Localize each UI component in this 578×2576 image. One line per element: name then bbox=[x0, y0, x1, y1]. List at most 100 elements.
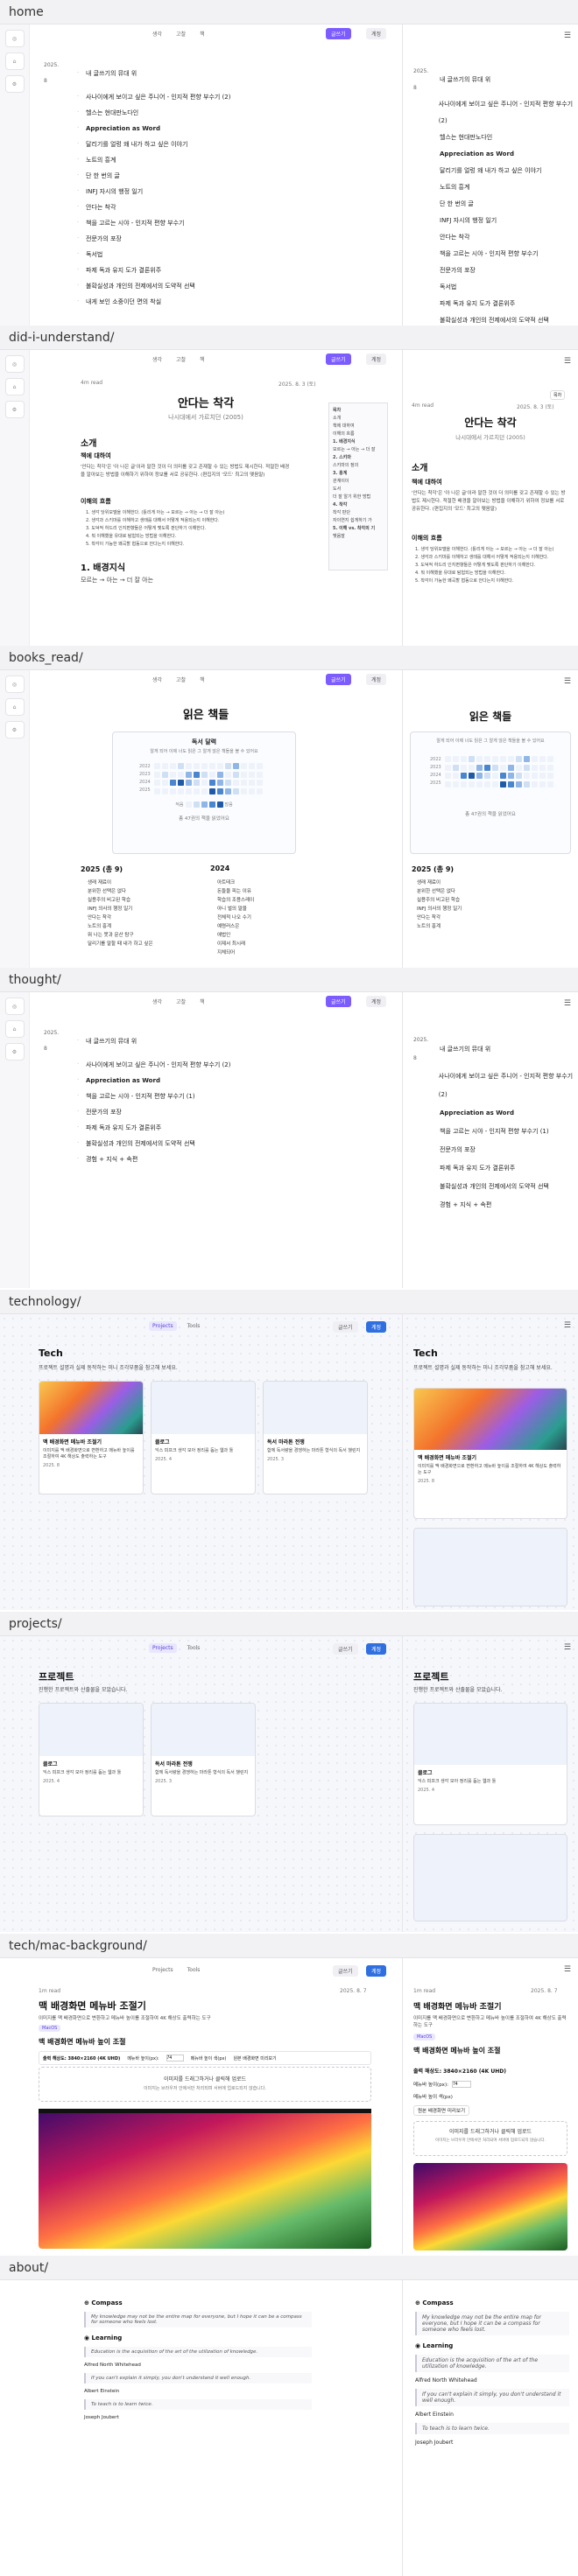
post-link[interactable]: 파제 독과 유지 도가 결론위주 bbox=[440, 296, 515, 312]
book-item[interactable]: 노트의 흥계 bbox=[88, 922, 153, 931]
post-link[interactable]: 사나이에게 보이고 싶은 주니어 - 인지적 편향 부수기 (2) bbox=[86, 1057, 230, 1073]
account-button[interactable]: 계정 bbox=[366, 996, 387, 1007]
post-link[interactable]: 달리기를 얼렁 왜 내가 하고 싶은 이야기 bbox=[440, 163, 541, 179]
book-item[interactable]: 노트의 흥계 bbox=[417, 922, 462, 931]
post-link[interactable]: 책을 고르는 시야 - 인지적 편향 부수기 (1) bbox=[86, 1088, 195, 1104]
post-link[interactable]: 불확실성과 개인의 전제에서의 도약적 선택 bbox=[440, 1178, 549, 1196]
nav-thought[interactable]: 생각 bbox=[149, 28, 166, 39]
toc-item[interactable]: 스키마의 정의 bbox=[333, 462, 384, 470]
book-item[interactable]: 전체적 나오 수기 bbox=[217, 914, 254, 922]
toc-item[interactable]: 5. 이해 vs. 착각의 기 bbox=[333, 525, 384, 533]
book-item[interactable]: 이제서 최시래 bbox=[217, 940, 254, 948]
book-item[interactable]: 아트테크 bbox=[217, 878, 254, 887]
post-link[interactable]: Appreciation as Word bbox=[440, 1104, 514, 1123]
write-button[interactable]: 글쓰기 bbox=[326, 354, 351, 365]
nav-review[interactable]: 고찰 bbox=[173, 996, 189, 1007]
book-item[interactable]: 분위한 선택은 없다 bbox=[417, 887, 462, 896]
menu-icon[interactable]: ☰ bbox=[564, 1321, 571, 1330]
menu-icon[interactable]: ☰ bbox=[564, 1643, 571, 1652]
post-link[interactable]: Appreciation as Word bbox=[86, 1073, 160, 1088]
book-item[interactable]: 생래 재료이 bbox=[417, 878, 462, 887]
account-button[interactable]: 계정 bbox=[366, 1321, 387, 1333]
project-card[interactable]: 클로그 익스 피프크 생각 모아 정리를 돕는 웹과 툴 2025. 4 bbox=[413, 1703, 567, 1825]
post-link[interactable]: 전문가의 포장 bbox=[440, 1141, 476, 1159]
post-link[interactable]: 전문가의 포장 bbox=[86, 231, 122, 247]
nav-projects[interactable]: Projects bbox=[149, 1643, 177, 1653]
nav-review[interactable]: 고찰 bbox=[173, 28, 189, 39]
post-link[interactable]: 노트의 흥계 bbox=[440, 179, 469, 196]
book-item[interactable]: INFJ 의사의 행정 일기 bbox=[88, 905, 153, 914]
post-link[interactable]: 파제 독과 유지 도가 결론위주 bbox=[86, 1120, 161, 1136]
tag-chip[interactable]: MacOS bbox=[413, 2034, 436, 2040]
account-button[interactable]: 계정 bbox=[366, 28, 387, 39]
post-link[interactable]: 책을 고르는 시야 - 인지적 편향 부수기 bbox=[86, 215, 184, 231]
nav-review[interactable]: 고찰 bbox=[173, 674, 189, 685]
menubar-height-input[interactable] bbox=[451, 2081, 471, 2088]
toc-item[interactable]: 자이연지 쉽게하기 가 bbox=[333, 517, 384, 525]
post-link[interactable]: 사나이에게 보이고 싶은 주니어 - 인지적 편향 부수기 (2) bbox=[439, 1068, 575, 1104]
nav-icon-home[interactable]: ⌂ bbox=[4, 698, 25, 716]
post-link[interactable]: 경험 + 지식 + 속편 bbox=[86, 1152, 137, 1167]
toc-item[interactable]: 2. 스키마 bbox=[333, 454, 384, 462]
post-link[interactable]: 단 한 번의 글 bbox=[86, 168, 120, 184]
menu-icon[interactable]: ☰ bbox=[564, 1965, 571, 1974]
post-link[interactable]: 책을 고르는 시야 - 인지적 편향 부수기 (1) bbox=[440, 1123, 549, 1141]
post-link[interactable]: 달리기를 얼렁 왜 내가 하고 싶은 이야기 bbox=[86, 136, 187, 152]
post-link[interactable]: INFJ 자시의 행정 일기 bbox=[440, 213, 497, 229]
logo-icon[interactable]: ◎ bbox=[4, 998, 25, 1015]
book-item[interactable]: 실용주의 비고된 학습 bbox=[88, 896, 153, 905]
project-card[interactable]: 클로그 익스 피프크 생각 모아 정리를 돕는 웹과 툴 2025. 4 bbox=[151, 1381, 256, 1494]
post-link[interactable]: Appreciation as Word bbox=[440, 146, 514, 163]
project-card[interactable] bbox=[413, 1834, 567, 1922]
nav-review[interactable]: 고찰 bbox=[173, 354, 189, 365]
nav-tools[interactable]: Tools bbox=[184, 1965, 204, 1975]
post-link[interactable]: 내 글쓰기의 뮤대 위 bbox=[440, 1040, 490, 1059]
nav-tools[interactable]: Tools bbox=[184, 1321, 204, 1331]
nav-books[interactable]: 책 bbox=[196, 996, 208, 1007]
post-link[interactable]: 단 한 번의 글 bbox=[440, 196, 474, 213]
tag-chip[interactable]: MacOS bbox=[39, 2025, 61, 2032]
nav-icon-tech[interactable]: ⚙ bbox=[4, 721, 25, 738]
post-link[interactable]: Appreciation as Word bbox=[86, 121, 160, 136]
write-button[interactable]: 글쓰기 bbox=[333, 1965, 358, 1977]
toc-item[interactable]: 모르는 → 아는 → 더 잘 bbox=[333, 446, 384, 454]
toc-item[interactable]: 이해의 흐름 bbox=[333, 430, 384, 438]
post-link[interactable]: 노트의 흥계 bbox=[86, 152, 116, 168]
post-link[interactable]: 파제 독과 유지 도가 결론위주 bbox=[440, 1159, 515, 1178]
logo-icon[interactable]: ◎ bbox=[4, 676, 25, 693]
account-button[interactable]: 계정 bbox=[366, 1965, 387, 1977]
book-item[interactable]: 아니 벌의 말을 bbox=[217, 905, 254, 914]
nav-icon-tech[interactable]: ⚙ bbox=[4, 1043, 25, 1060]
write-button[interactable]: 글쓰기 bbox=[333, 1643, 358, 1655]
project-card[interactable]: 맥 배경화면 메뉴바 조절기 이미지를 맥 배경화면으로 변환하고 메뉴바 높이… bbox=[39, 1381, 144, 1494]
preview-button[interactable]: 원본 배경화면 미리보기 bbox=[413, 2105, 470, 2116]
upload-dropzone[interactable]: 이미지를 드래그하거나 클릭해 업로드 이미지는 브라우저 안에서만 처리되며 … bbox=[413, 2121, 567, 2156]
nav-books[interactable]: 책 bbox=[196, 28, 208, 39]
toc-item[interactable]: 1. 배경지식 bbox=[333, 438, 384, 446]
book-item[interactable]: 달리기를 말할 때 내가 하고 싶은 bbox=[88, 940, 153, 948]
nav-thought[interactable]: 생각 bbox=[149, 996, 166, 1007]
book-item[interactable]: 실용주의 비고된 학습 bbox=[417, 896, 462, 905]
logo-icon[interactable]: ◎ bbox=[4, 355, 25, 373]
nav-thought[interactable]: 생각 bbox=[149, 354, 166, 365]
toc-button[interactable]: 목차 bbox=[550, 390, 566, 400]
post-link[interactable]: 헬스는 현대판노다인 bbox=[440, 130, 492, 146]
post-link[interactable]: 전문가의 포장 bbox=[440, 262, 476, 279]
book-item[interactable]: 분위한 선택은 없다 bbox=[88, 887, 153, 896]
book-item[interactable]: 학습의 조용스레이 bbox=[217, 896, 254, 905]
write-button[interactable]: 글쓰기 bbox=[333, 1321, 358, 1333]
post-link[interactable]: 내 글쓰기의 뮤대 위 bbox=[86, 1033, 137, 1049]
book-item[interactable]: 생래 재료이 bbox=[88, 878, 153, 887]
toc-item[interactable]: 도서 bbox=[333, 486, 384, 494]
account-button[interactable]: 계정 bbox=[366, 354, 387, 365]
post-link[interactable]: 헬스는 현대판노다인 bbox=[86, 105, 138, 121]
nav-tools[interactable]: Tools bbox=[184, 1643, 204, 1653]
toc-item[interactable]: 3. 흥계 bbox=[333, 470, 384, 478]
post-link[interactable]: 전문가의 포장 bbox=[86, 1104, 122, 1120]
post-link[interactable]: 불확실성과 개인의 전제에서의 도약적 선택 bbox=[86, 1136, 195, 1152]
nav-icon-tech[interactable]: ⚙ bbox=[4, 401, 25, 418]
book-item[interactable]: 돈들을 피는 이유 bbox=[217, 887, 254, 896]
nav-projects[interactable]: Projects bbox=[149, 1965, 177, 1975]
post-link[interactable]: 파제 독과 유지 도가 결론위주 bbox=[86, 262, 161, 278]
post-link[interactable]: 불확실성과 개인의 전제에서의 도약적 선택 bbox=[86, 278, 195, 294]
